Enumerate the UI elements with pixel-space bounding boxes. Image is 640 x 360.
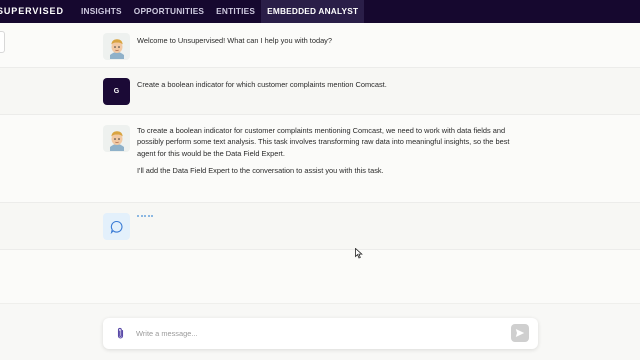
tab-insights[interactable]: INSIGHTS [75, 0, 128, 23]
paperclip-icon[interactable] [116, 327, 125, 345]
chat-message-assistant: Welcome to Unsupervised! What can I help… [0, 23, 640, 68]
tab-embedded-analyst[interactable]: EMBEDDED ANALYST [261, 0, 365, 23]
tab-entities[interactable]: ENTITIES [210, 0, 261, 23]
top-nav: SUPERVISED INSIGHTS OPPORTUNITIES ENTITI… [0, 0, 640, 23]
send-button[interactable] [511, 324, 529, 342]
message-paragraph: I'll add the Data Field Expert to the co… [137, 165, 384, 175]
message-text: Create a boolean indicator for which cus… [137, 80, 387, 89]
chat-message-assistant: To create a boolean indicator for custom… [0, 115, 640, 203]
message-text: Welcome to Unsupervised! What can I help… [137, 36, 332, 45]
message-input[interactable] [136, 327, 496, 340]
memoji-icon [103, 125, 130, 152]
message-text: To create a boolean indicator for custom… [137, 125, 517, 176]
chat-bubble-icon [103, 213, 130, 240]
send-icon [515, 329, 525, 337]
brand-logo[interactable]: SUPERVISED [0, 0, 75, 23]
message-composer [103, 318, 538, 349]
mouse-cursor-icon [355, 246, 363, 264]
user-avatar: G [103, 78, 130, 105]
chat-message-user: G Create a boolean indicator for which c… [0, 68, 640, 115]
typing-indicator [137, 215, 153, 217]
chat-message-agent-typing [0, 203, 640, 250]
tab-opportunities[interactable]: OPPORTUNITIES [128, 0, 210, 23]
memoji-icon [103, 33, 130, 60]
message-paragraph: To create a boolean indicator for custom… [137, 126, 510, 158]
